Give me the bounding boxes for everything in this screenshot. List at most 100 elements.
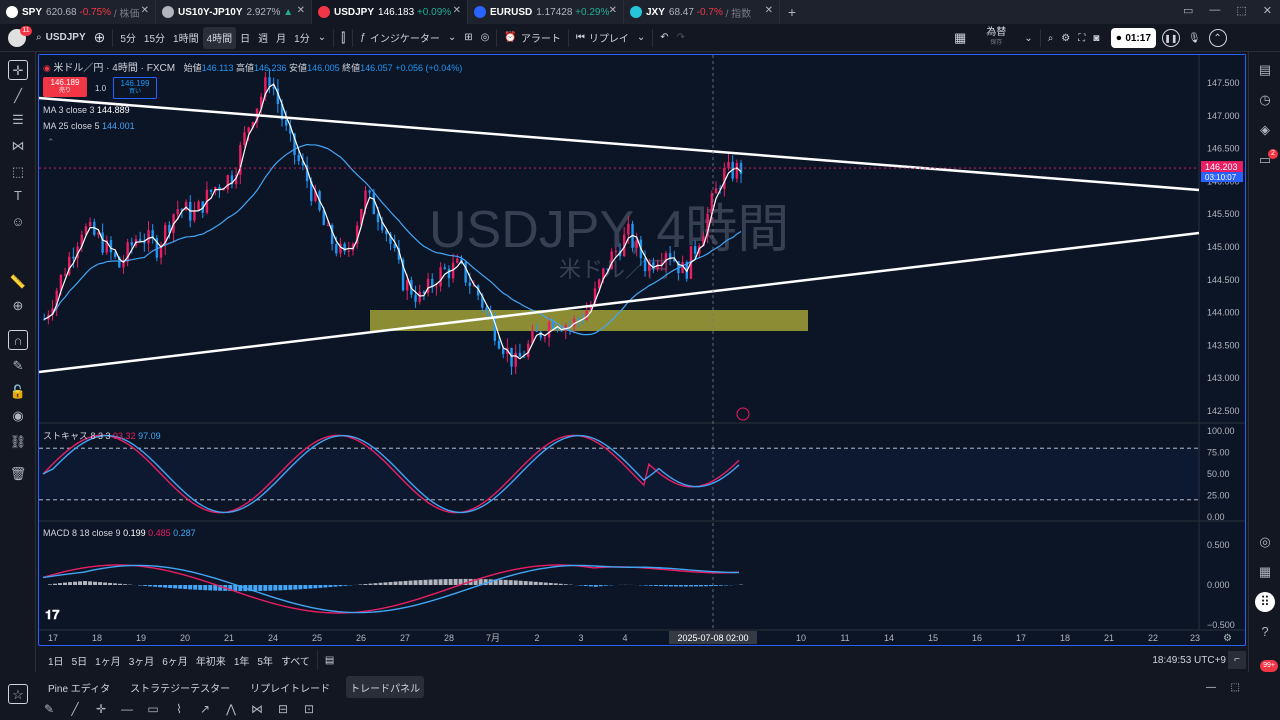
- more-icon[interactable]: ⌃: [1208, 29, 1227, 47]
- tab-trade-panel[interactable]: トレードパネル: [346, 676, 425, 698]
- fullscreen-icon[interactable]: ⛶: [1074, 27, 1089, 49]
- pencil-icon[interactable]: ✎: [36, 702, 62, 716]
- tab-strategy-tester[interactable]: ストラテジーテスター: [126, 676, 234, 698]
- candle-style-icon[interactable]: ⫿: [337, 27, 349, 49]
- goto-date-icon[interactable]: ▤: [321, 649, 338, 671]
- interval-1min[interactable]: 1分: [290, 27, 314, 49]
- mic-icon[interactable]: 🎙: [1184, 27, 1205, 49]
- interval-4h[interactable]: 4時間: [202, 26, 237, 49]
- layout-grid-icon[interactable]: ▦: [950, 27, 970, 49]
- sell-button[interactable]: 146.189 売り: [43, 77, 87, 97]
- chart-svg[interactable]: USDJPY, 4時間米ドル／円147.500147.000146.500146…: [39, 55, 1245, 645]
- eye-icon[interactable]: ◉: [8, 406, 28, 426]
- text-icon[interactable]: T: [8, 186, 28, 206]
- line-icon[interactable]: ╱: [62, 702, 88, 716]
- target-icon[interactable]: ◎: [1255, 532, 1275, 552]
- zoom-in-icon[interactable]: ⊕: [8, 296, 28, 316]
- range-3m[interactable]: 3ヶ月: [125, 649, 159, 671]
- pattern-icon[interactable]: ⋈: [8, 136, 28, 156]
- camera-icon[interactable]: ◙: [1089, 27, 1103, 49]
- range-1m[interactable]: 1ヶ月: [91, 649, 125, 671]
- tab-us10y-jp10y[interactable]: US10Y-JP10Y 2.927% ▲ ✕: [156, 0, 312, 24]
- maximize-icon[interactable]: ⬚: [1231, 682, 1240, 693]
- compare-button[interactable]: ⊕: [90, 27, 110, 49]
- close-window-icon[interactable]: ✕: [1263, 4, 1272, 17]
- close-icon[interactable]: ✕: [765, 5, 773, 16]
- tab-eurusd[interactable]: EURUSD 1.17428 +0.29% ✕: [468, 0, 624, 24]
- projection-icon[interactable]: ⬚: [8, 162, 28, 182]
- arrow-icon[interactable]: ↗: [192, 702, 218, 716]
- restore-window-icon[interactable]: ⬚: [1236, 4, 1246, 17]
- undo-icon[interactable]: ↶: [656, 27, 672, 49]
- close-icon[interactable]: ✕: [297, 5, 305, 16]
- quick-search-icon[interactable]: ⌕: [1044, 27, 1058, 49]
- adjust-icon[interactable]: ⌐: [1228, 651, 1246, 669]
- tab-jxy[interactable]: JXY 68.47 -0.7% / 指数 ✕: [624, 0, 780, 24]
- range-1y[interactable]: 1年: [230, 649, 254, 671]
- layouts-icon[interactable]: ⊞: [460, 27, 476, 49]
- crosshair-icon[interactable]: ✛: [8, 60, 28, 80]
- brush-icon[interactable]: ⌇: [166, 702, 192, 716]
- interval-1mo[interactable]: 月: [272, 27, 290, 49]
- pause-icon[interactable]: ❚❚: [1161, 29, 1180, 47]
- lock-icon[interactable]: 🔓: [8, 382, 28, 402]
- record-timer[interactable]: ⏺ 01:17: [1111, 28, 1156, 48]
- apps-icon[interactable]: ⠿: [1255, 592, 1275, 612]
- layers-icon[interactable]: ◈: [1255, 120, 1275, 140]
- xabcd-icon[interactable]: ⋀: [218, 702, 244, 716]
- range-5y[interactable]: 5年: [253, 649, 277, 671]
- buy-button[interactable]: 146.199 買い: [113, 77, 157, 99]
- link-icon[interactable]: ⛓: [8, 432, 28, 452]
- avatar[interactable]: 11: [0, 24, 32, 52]
- minimize-icon[interactable]: —: [1206, 682, 1216, 693]
- tab-usdjpy[interactable]: USDJPY 146.183 +0.09% ✕: [312, 0, 468, 24]
- ruler-icon[interactable]: 📏: [8, 272, 28, 292]
- tab-overview-icon[interactable]: ▭: [1183, 4, 1193, 17]
- magnet-icon[interactable]: ∩: [8, 330, 28, 350]
- interval-15m[interactable]: 15分: [140, 27, 169, 49]
- chart-area[interactable]: USDJPY, 4時間米ドル／円147.500147.000146.500146…: [38, 54, 1246, 646]
- template-icon[interactable]: ◎: [477, 27, 494, 49]
- range-5d[interactable]: 5日: [68, 649, 92, 671]
- range-all[interactable]: すべて: [277, 649, 314, 671]
- interval-dropdown-icon[interactable]: ⌄: [314, 27, 330, 49]
- indicators-button[interactable]: ƒ インジケーター: [356, 27, 444, 49]
- path-icon[interactable]: ⋈: [244, 702, 270, 716]
- help-icon[interactable]: ?: [1255, 622, 1275, 642]
- replay-dropdown-icon[interactable]: ⌄: [633, 27, 649, 49]
- settings-icon[interactable]: ⚙: [1057, 27, 1074, 49]
- trendline-icon[interactable]: ╱: [8, 86, 28, 106]
- lock-draw-icon[interactable]: ✎: [8, 356, 28, 376]
- interval-1h[interactable]: 1時間: [169, 27, 203, 49]
- trash-icon[interactable]: 🗑: [8, 464, 28, 484]
- range-6m[interactable]: 6ヶ月: [158, 649, 192, 671]
- star-icon[interactable]: ☆: [8, 684, 28, 704]
- rect-icon[interactable]: ▭: [140, 702, 166, 716]
- interval-1w[interactable]: 週: [254, 27, 272, 49]
- calendar-icon[interactable]: ▦: [1255, 562, 1275, 582]
- interval-5m[interactable]: 5分: [116, 27, 140, 49]
- replay-button[interactable]: ⏮ リプレイ: [572, 27, 633, 49]
- redo-icon[interactable]: ↷: [673, 27, 689, 49]
- watchlist-icon[interactable]: ▤: [1255, 60, 1275, 80]
- range-1d[interactable]: 1日: [44, 649, 68, 671]
- cross-icon[interactable]: ✛: [88, 702, 114, 716]
- minimize-window-icon[interactable]: —: [1209, 4, 1220, 17]
- close-icon[interactable]: ✕: [609, 5, 617, 16]
- fx-layout-button[interactable]: 為替 保存: [982, 25, 1010, 51]
- symbol-search[interactable]: ⌕ USDJPY: [32, 27, 90, 49]
- price-label-icon[interactable]: ⊟: [270, 702, 296, 716]
- alerts-clock-icon[interactable]: ◷: [1255, 90, 1275, 110]
- tab-pine-editor[interactable]: Pine エディタ: [44, 676, 114, 698]
- collapse-legend-icon[interactable]: ⌃: [47, 137, 55, 148]
- fx-dropdown-icon[interactable]: ⌄: [1020, 27, 1036, 49]
- emoji-icon[interactable]: ☺: [8, 212, 28, 232]
- range-ytd[interactable]: 年初来: [192, 649, 230, 671]
- measure-icon[interactable]: ⊡: [296, 702, 322, 716]
- close-icon[interactable]: ✕: [453, 5, 461, 16]
- new-tab-button[interactable]: +: [780, 4, 804, 20]
- alert-button[interactable]: ⏰ アラート: [500, 27, 564, 49]
- hline-icon[interactable]: —: [114, 702, 140, 716]
- indicators-dropdown-icon[interactable]: ⌄: [444, 27, 460, 49]
- interval-1d[interactable]: 日: [236, 27, 254, 49]
